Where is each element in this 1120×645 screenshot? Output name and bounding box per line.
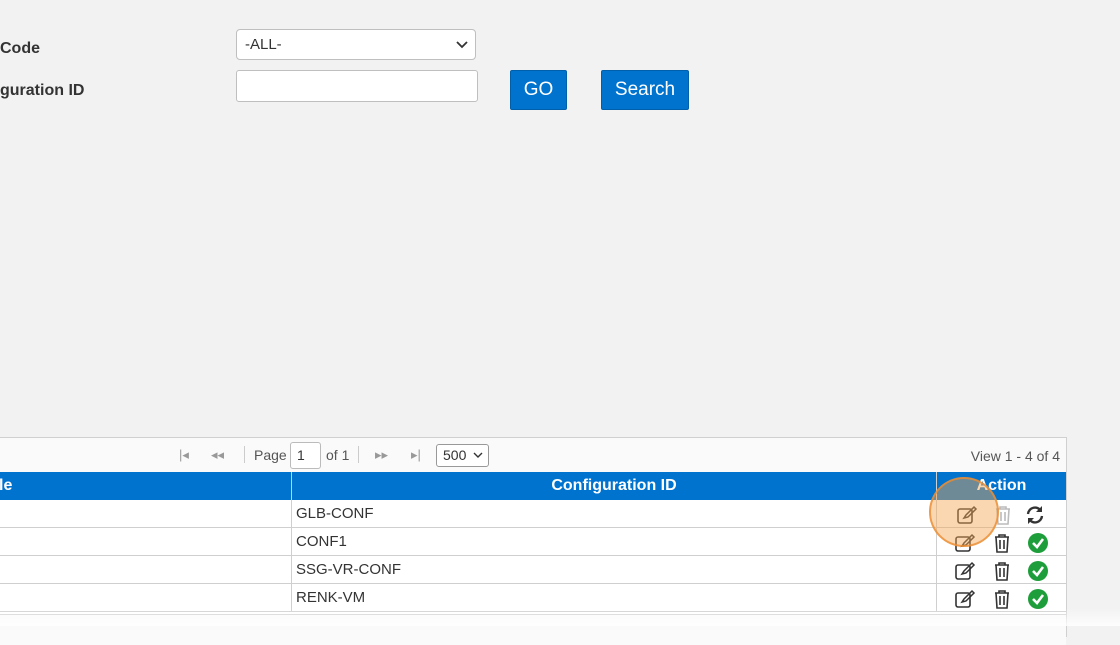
go-button[interactable]: GO	[510, 70, 567, 110]
column-divider	[936, 472, 937, 612]
pager-separator	[244, 446, 245, 463]
check-circle-icon[interactable]	[1027, 560, 1049, 582]
trash-icon[interactable]	[991, 532, 1013, 554]
first-page-icon[interactable]: |◂	[179, 447, 189, 463]
pager-separator	[358, 446, 359, 463]
prev-page-icon[interactable]: ◂◂	[211, 447, 224, 463]
check-circle-icon[interactable]	[1027, 588, 1049, 610]
configuration-id-cell: SSG-VR-CONF	[296, 561, 401, 578]
table-row: GLB-CONF	[0, 500, 1066, 528]
column-header-action: Action	[976, 477, 1027, 494]
table-row: SSG-VR-CONF	[0, 556, 1066, 584]
configuration-id-input[interactable]	[236, 70, 478, 102]
rows-per-page-value: 500	[443, 447, 467, 463]
next-page-icon[interactable]: ▸▸	[375, 447, 388, 463]
code-select[interactable]: -ALL-	[236, 29, 476, 60]
view-count-text: View 1 - 4 of 4	[970, 448, 1060, 464]
configuration-id-label: guration ID	[0, 82, 85, 99]
page-count-label: of 1	[326, 447, 350, 463]
edit-icon[interactable]	[954, 560, 976, 582]
trash-icon[interactable]	[991, 560, 1013, 582]
edit-icon[interactable]	[956, 504, 978, 526]
configuration-grid: |◂ ◂◂ Page 1 of 1 ▸▸ ▸| 500 View 1 - 4 o…	[0, 437, 1067, 645]
edit-icon[interactable]	[954, 532, 976, 554]
trash-icon[interactable]	[992, 504, 1014, 526]
bottom-fade	[0, 608, 1120, 626]
trash-icon[interactable]	[991, 588, 1013, 610]
refresh-icon[interactable]	[1024, 504, 1046, 526]
page-label: Page	[254, 447, 287, 463]
pager-top: |◂ ◂◂ Page 1 of 1 ▸▸ ▸| 500 View 1 - 4 o…	[0, 438, 1066, 473]
chevron-down-icon	[473, 452, 483, 458]
column-header-configuration-id[interactable]: Configuration ID	[292, 472, 936, 500]
grid-header: le Configuration ID Action	[0, 472, 1066, 500]
check-circle-icon[interactable]	[1027, 532, 1049, 554]
table-row: CONF1	[0, 528, 1066, 556]
configuration-id-cell: CONF1	[296, 533, 347, 550]
last-page-icon[interactable]: ▸|	[411, 447, 421, 463]
column-divider	[291, 472, 292, 612]
search-button[interactable]: Search	[601, 70, 689, 110]
code-select-value: -ALL-	[245, 36, 282, 53]
rows-per-page-select[interactable]: 500	[436, 444, 489, 467]
column-header-code[interactable]: le	[0, 472, 291, 500]
chevron-down-icon	[456, 41, 468, 49]
configuration-id-cell: GLB-CONF	[296, 505, 374, 522]
edit-icon[interactable]	[954, 588, 976, 610]
page-number-input[interactable]: 1	[290, 442, 321, 469]
code-label: Code	[0, 40, 40, 57]
